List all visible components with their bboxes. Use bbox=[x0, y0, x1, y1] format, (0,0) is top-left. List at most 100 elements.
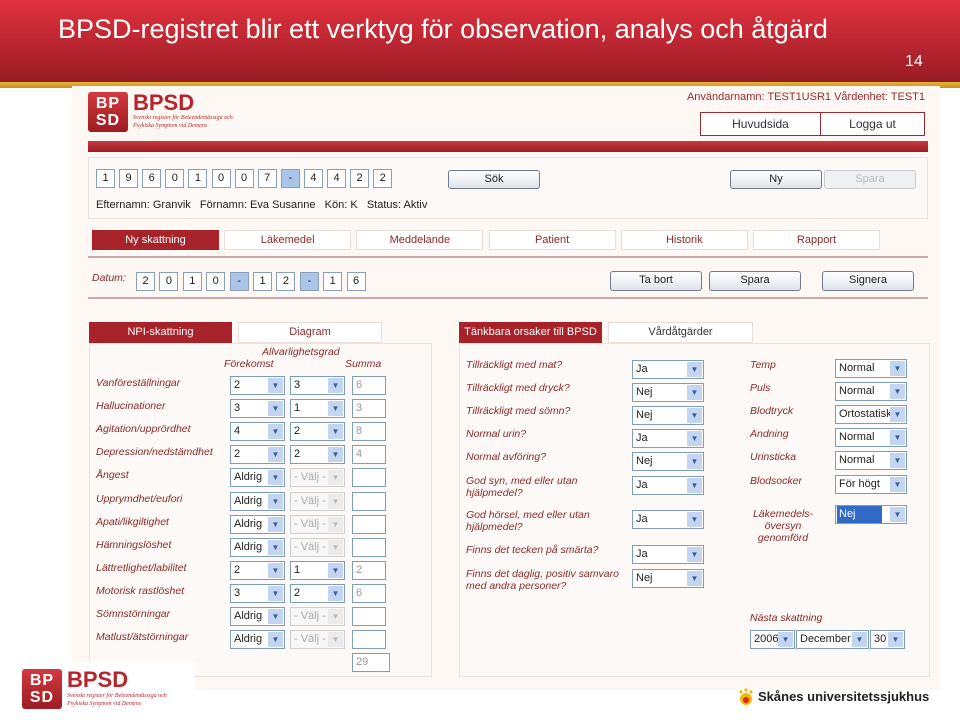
frequency-select[interactable]: 3 ▼ bbox=[230, 399, 285, 419]
date-digit-field[interactable]: 0 bbox=[159, 272, 179, 291]
severity-select[interactable]: - Välj - ▼ bbox=[290, 537, 345, 557]
frequency-select[interactable]: 2 ▼ bbox=[230, 376, 285, 395]
vital-select[interactable]: Normal ▼ bbox=[835, 382, 907, 401]
severity-select[interactable]: 1 ▼ bbox=[290, 399, 345, 419]
tab-3[interactable]: Patient bbox=[488, 230, 616, 250]
vital-select[interactable]: För högt ▼ bbox=[835, 475, 907, 494]
severity-select[interactable]: 2 ▼ bbox=[290, 445, 345, 465]
frequency-select[interactable]: Aldrig ▼ bbox=[230, 607, 285, 626]
tab-npi-skattning[interactable]: NPI-skattning bbox=[89, 322, 232, 343]
next-month-select[interactable]: December ▼ bbox=[796, 630, 869, 649]
save-button-disabled[interactable]: Spara bbox=[824, 170, 916, 189]
delete-button[interactable]: Ta bort bbox=[610, 271, 702, 291]
digit-field[interactable]: 1 bbox=[96, 169, 115, 188]
tab-5[interactable]: Rapport bbox=[753, 230, 880, 250]
save-button[interactable]: Spara bbox=[709, 271, 801, 291]
digit-field[interactable]: 2 bbox=[373, 169, 393, 188]
vital-select[interactable]: Nej ▼ bbox=[835, 505, 907, 524]
separator-field[interactable]: - bbox=[280, 169, 300, 188]
severity-select[interactable]: 3 ▼ bbox=[290, 376, 345, 395]
frequency-select[interactable]: Aldrig ▼ bbox=[230, 468, 285, 488]
sign-button[interactable]: Signera bbox=[822, 271, 914, 291]
npi-row-label: Agitation/upprördhet bbox=[96, 423, 191, 436]
select-value: - Välj - bbox=[294, 633, 326, 646]
logout-button[interactable]: Logga ut bbox=[820, 112, 925, 136]
cause-answer-select[interactable]: Ja ▼ bbox=[632, 510, 704, 529]
tab-diagram[interactable]: Diagram bbox=[238, 322, 382, 343]
digit-field[interactable]: 1 bbox=[188, 169, 208, 188]
chevron-down-icon: ▼ bbox=[852, 632, 867, 647]
frequency-select[interactable]: 3 ▼ bbox=[230, 583, 285, 603]
tab-possible-causes[interactable]: Tänkbara orsaker till BPSD bbox=[459, 322, 602, 343]
npi-row-label: Hallucinationer bbox=[96, 400, 166, 413]
frequency-select[interactable]: Aldrig ▼ bbox=[230, 537, 285, 557]
digit-field[interactable]: 6 bbox=[142, 169, 162, 188]
digit-field[interactable]: 7 bbox=[257, 169, 277, 188]
frequency-select[interactable]: Aldrig ▼ bbox=[230, 630, 285, 650]
cause-answer-select[interactable]: Ja ▼ bbox=[632, 360, 704, 379]
tab-2[interactable]: Meddelande bbox=[356, 230, 484, 250]
date-digit-field[interactable]: 1 bbox=[182, 272, 202, 291]
tab-4[interactable]: Historik bbox=[620, 230, 748, 250]
date-digit-field[interactable]: 6 bbox=[346, 272, 366, 291]
digit-field[interactable]: 0 bbox=[234, 169, 254, 188]
separator-field[interactable]: - bbox=[299, 272, 319, 291]
home-button[interactable]: Huvudsida bbox=[700, 112, 821, 136]
vital-select[interactable]: Normal ▼ bbox=[835, 451, 907, 470]
tab-1[interactable]: Läkemedel bbox=[224, 230, 352, 250]
frequency-select[interactable]: Aldrig ▼ bbox=[230, 491, 285, 511]
severity-select[interactable]: 1 ▼ bbox=[290, 560, 345, 580]
npi-row-label: Upprymdhet/eufori bbox=[96, 492, 183, 505]
date-digit-field[interactable]: 0 bbox=[206, 272, 226, 291]
digit-field[interactable]: 9 bbox=[119, 169, 139, 188]
next-year-select[interactable]: 2006 ▼ bbox=[750, 630, 795, 649]
select-value: Aldrig bbox=[234, 610, 263, 622]
chevron-down-icon: ▼ bbox=[890, 507, 905, 522]
digit-field[interactable]: 4 bbox=[327, 169, 346, 188]
frequency-select[interactable]: Aldrig ▼ bbox=[230, 514, 285, 534]
npi-row-label: Lättretlighet/labilitet bbox=[96, 561, 187, 574]
vital-select[interactable]: Normal ▼ bbox=[835, 428, 907, 447]
cause-answer-select[interactable]: Ja ▼ bbox=[632, 429, 704, 448]
cause-answer-select[interactable]: Nej ▼ bbox=[632, 569, 704, 588]
vital-select[interactable]: Normal ▼ bbox=[835, 359, 907, 378]
frequency-select[interactable]: 2 ▼ bbox=[230, 560, 285, 580]
chevron-down-icon: ▼ bbox=[687, 454, 702, 469]
severity-select[interactable]: 2 ▼ bbox=[290, 422, 345, 442]
digit-field[interactable]: 0 bbox=[165, 169, 185, 188]
digit-field[interactable]: 4 bbox=[303, 169, 323, 188]
severity-select[interactable]: - Välj - ▼ bbox=[290, 514, 345, 534]
severity-select[interactable]: - Välj - ▼ bbox=[290, 491, 345, 511]
cause-answer-select[interactable]: Nej ▼ bbox=[632, 383, 704, 402]
separator-field[interactable]: - bbox=[229, 272, 249, 291]
next-day-select[interactable]: 30 ▼ bbox=[870, 630, 905, 649]
cause-answer-select[interactable]: Ja ▼ bbox=[632, 476, 704, 495]
tab-care-actions[interactable]: Vårdåtgärder bbox=[608, 322, 753, 343]
cause-answer-select[interactable]: Nej ▼ bbox=[632, 406, 704, 425]
date-digit-field[interactable]: 1 bbox=[323, 272, 343, 291]
row-sum-field bbox=[352, 491, 386, 511]
cause-answer-select[interactable]: Nej ▼ bbox=[632, 452, 704, 471]
chevron-down-icon: ▼ bbox=[687, 512, 702, 527]
date-digit-field[interactable]: 2 bbox=[136, 272, 155, 291]
date-digit-field[interactable]: 1 bbox=[253, 272, 272, 291]
chevron-down-icon: ▼ bbox=[687, 571, 702, 586]
digit-field[interactable]: 2 bbox=[350, 169, 370, 188]
search-button[interactable]: Sök bbox=[448, 170, 540, 189]
footer-logo-word: BPSD bbox=[67, 667, 129, 692]
digit-field[interactable]: 0 bbox=[211, 169, 231, 188]
vital-label: Andning bbox=[750, 428, 789, 440]
severity-select[interactable]: - Välj - ▼ bbox=[290, 607, 345, 626]
vital-select[interactable]: Ortostatisk ▼ bbox=[835, 405, 907, 424]
severity-select[interactable]: - Välj - ▼ bbox=[290, 468, 345, 488]
frequency-select[interactable]: 4 ▼ bbox=[230, 422, 285, 442]
frequency-select[interactable]: 2 ▼ bbox=[230, 445, 285, 465]
date-digit-field[interactable]: 2 bbox=[276, 272, 296, 291]
chevron-down-icon: ▼ bbox=[687, 547, 702, 562]
select-value: 3 bbox=[234, 586, 241, 599]
severity-select[interactable]: - Välj - ▼ bbox=[290, 630, 345, 650]
cause-answer-select[interactable]: Ja ▼ bbox=[632, 545, 704, 564]
new-button[interactable]: Ny bbox=[730, 170, 822, 189]
severity-select[interactable]: 2 ▼ bbox=[290, 583, 345, 603]
tab-0[interactable]: Ny skattning bbox=[92, 230, 219, 250]
